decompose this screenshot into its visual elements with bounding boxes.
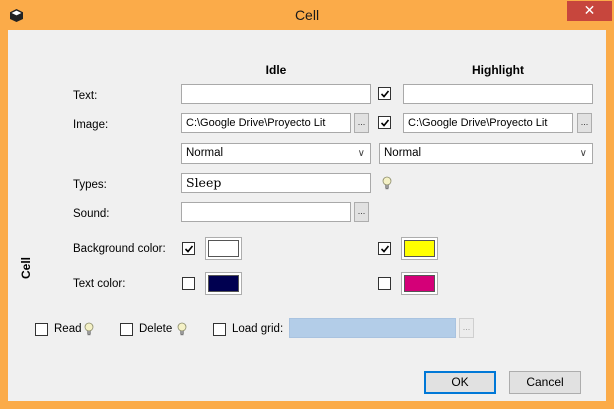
highlight-image-mode-value: Normal xyxy=(384,147,422,159)
idle-background-color-swatch xyxy=(208,240,239,257)
close-icon: ✕ xyxy=(583,2,596,18)
idle-image-mode-value: Normal xyxy=(186,147,224,159)
checkmark-icon xyxy=(380,90,390,98)
idle-text-input[interactable] xyxy=(181,84,371,104)
cancel-button[interactable]: Cancel xyxy=(509,371,581,394)
highlight-image-checkbox[interactable] xyxy=(378,116,391,129)
idle-text-color-swatch xyxy=(208,275,239,292)
highlight-text-checkbox[interactable] xyxy=(378,87,391,100)
read-checkbox[interactable] xyxy=(35,323,48,336)
idle-background-color-button[interactable] xyxy=(205,237,242,260)
text-label: Text: xyxy=(73,90,98,102)
highlight-text-color-checkbox[interactable] xyxy=(378,277,391,290)
cell-group-label: Cell xyxy=(19,256,33,280)
read-label[interactable]: Read xyxy=(54,323,82,335)
checkmark-icon xyxy=(184,245,194,253)
lightbulb-icon[interactable] xyxy=(84,322,94,336)
checkmark-icon xyxy=(380,119,390,127)
load-grid-input[interactable] xyxy=(289,318,456,338)
load-grid-checkbox[interactable] xyxy=(213,323,226,336)
delete-label[interactable]: Delete xyxy=(139,323,172,335)
lightbulb-icon[interactable] xyxy=(382,176,392,190)
idle-image-path-input[interactable]: C:\Google Drive\Proyecto Lit xyxy=(181,113,351,133)
close-button[interactable]: ✕ xyxy=(567,1,612,21)
types-label: Types: xyxy=(73,179,107,191)
chevron-down-icon: ∨ xyxy=(357,148,365,159)
sound-label: Sound: xyxy=(73,208,110,220)
chevron-down-icon: ∨ xyxy=(579,148,587,159)
idle-column-header: Idle xyxy=(265,63,287,77)
window-title: Cell xyxy=(294,7,320,23)
sound-browse-button[interactable]: ... xyxy=(354,202,369,222)
idle-image-browse-button[interactable]: ... xyxy=(354,113,369,133)
text-color-label: Text color: xyxy=(73,278,126,290)
lightbulb-icon[interactable] xyxy=(177,322,187,336)
checkmark-icon xyxy=(380,245,390,253)
types-input[interactable]: Sleep xyxy=(181,173,371,193)
sound-input[interactable] xyxy=(181,202,351,222)
background-color-label: Background color: xyxy=(73,243,166,255)
highlight-text-color-button[interactable] xyxy=(401,272,438,295)
highlight-image-path-input[interactable]: C:\Google Drive\Proyecto Lit xyxy=(403,113,573,133)
idle-text-color-button[interactable] xyxy=(205,272,242,295)
load-grid-label[interactable]: Load grid: xyxy=(232,323,283,335)
highlight-background-color-swatch xyxy=(404,240,435,257)
load-grid-browse-button[interactable]: ... xyxy=(459,318,474,338)
ok-button[interactable]: OK xyxy=(424,371,496,394)
highlight-background-color-button[interactable] xyxy=(401,237,438,260)
highlight-text-input[interactable] xyxy=(403,84,593,104)
image-label: Image: xyxy=(73,119,109,131)
highlight-image-mode-select[interactable]: Normal ∨ xyxy=(379,143,593,164)
highlight-text-color-swatch xyxy=(404,275,435,292)
idle-image-mode-select[interactable]: Normal ∨ xyxy=(181,143,371,164)
highlight-image-browse-button[interactable]: ... xyxy=(577,113,592,133)
delete-checkbox[interactable] xyxy=(120,323,133,336)
dialog-body: Idle Highlight Text: Image: C:\Google Dr… xyxy=(8,30,606,401)
highlight-column-header: Highlight xyxy=(472,63,524,77)
title-bar[interactable]: Cell ✕ xyxy=(0,0,614,30)
cell-dialog: Cell ✕ Idle Highlight Text: Image: C:\Go… xyxy=(0,0,614,409)
idle-background-color-checkbox[interactable] xyxy=(182,242,195,255)
idle-text-color-checkbox[interactable] xyxy=(182,277,195,290)
highlight-background-color-checkbox[interactable] xyxy=(378,242,391,255)
